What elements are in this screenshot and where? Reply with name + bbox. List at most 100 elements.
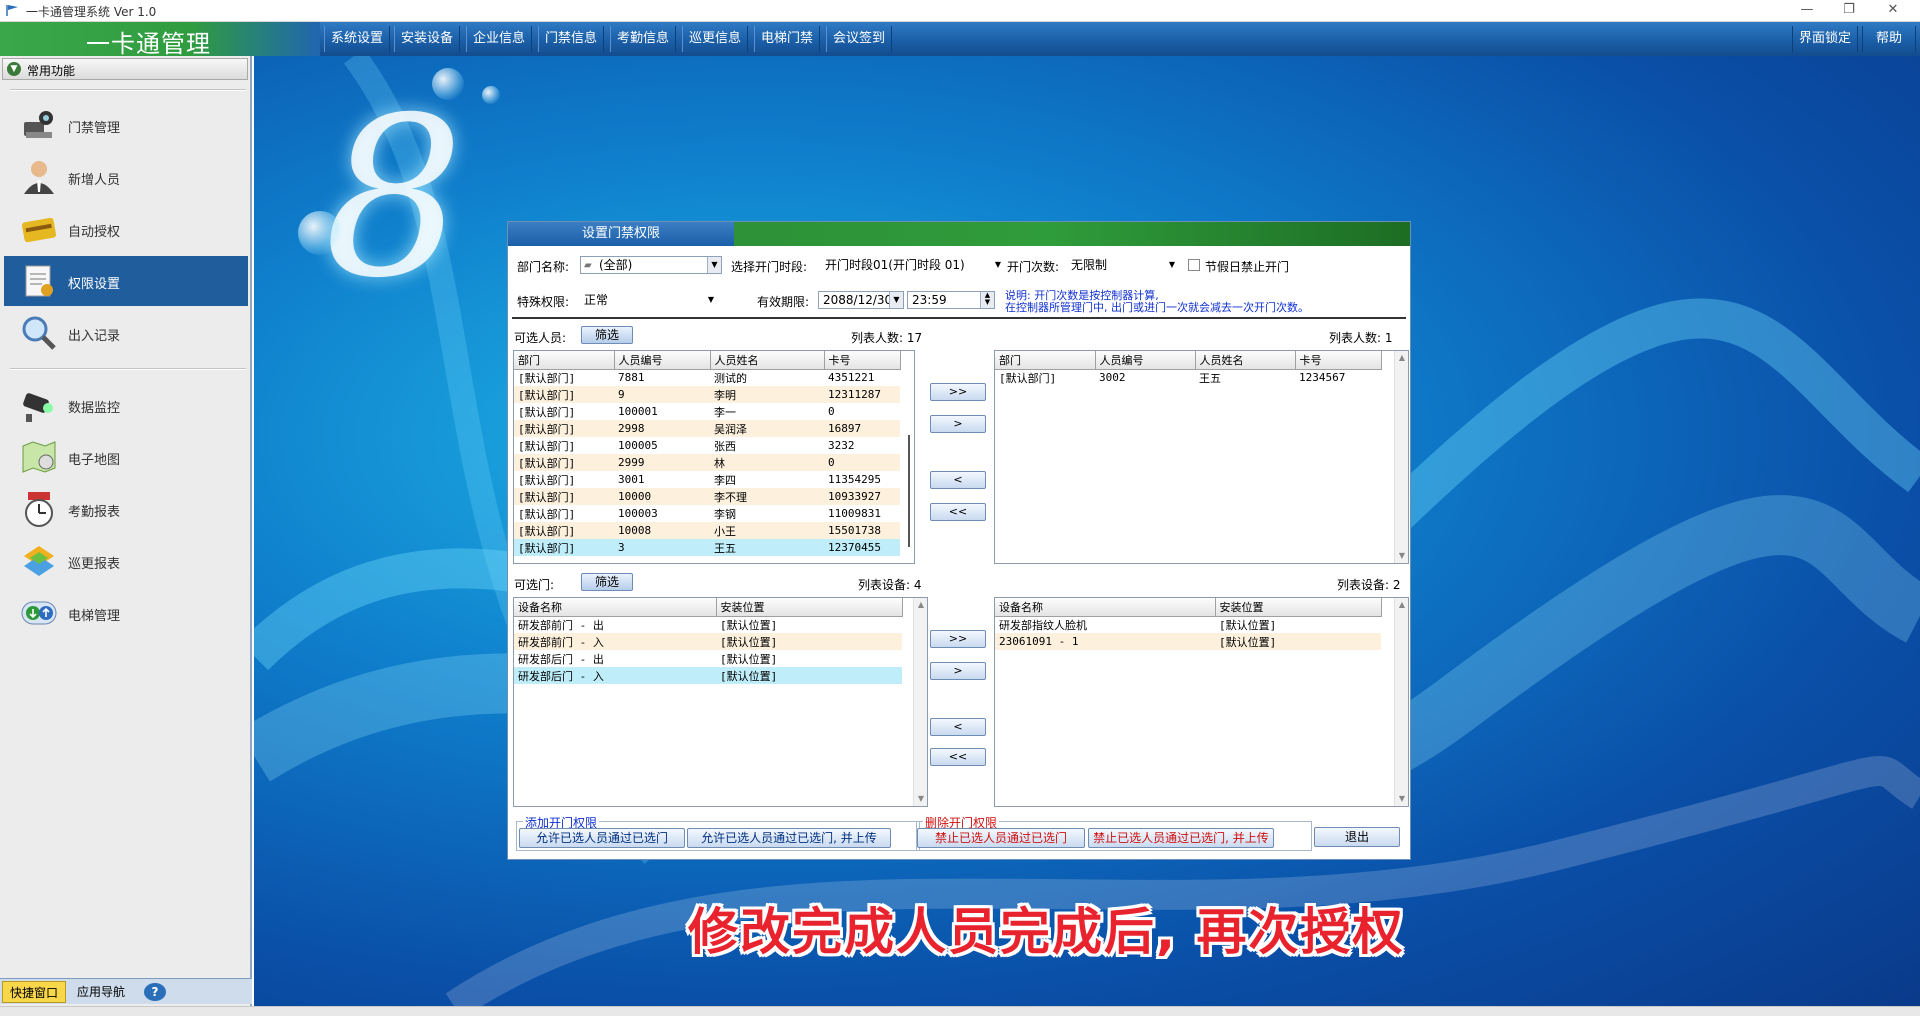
table-row[interactable]: [默认部门] 100001 李一 0 — [514, 403, 900, 420]
table-row[interactable]: [默认部门] 3001 李四 11354295 — [514, 471, 900, 488]
window-titlebar: 一卡通管理系统 Ver 1.0 — ❐ ✕ — [0, 0, 1920, 22]
table-cell: 李不理 — [710, 488, 824, 505]
table-row[interactable]: 研发部前门 - 入 [默认位置] — [514, 633, 902, 650]
restore-button[interactable]: ❐ — [1826, 0, 1872, 22]
help-icon[interactable]: ? — [144, 983, 166, 1001]
table-cell: 10933927 — [824, 488, 900, 505]
period-select[interactable]: 开门时段01(开门时段 01) ▼ — [821, 256, 1003, 274]
doors-available-grid[interactable]: 设备名称 安装位置 研发部前门 - 出 [默认位置] 研发部前门 - 入 [默认位置]… — [513, 597, 928, 807]
people-selected-grid[interactable]: 部门 人员编号 人员姓名 卡号 [默认部门] 3002 王五 1234567 ▲ ▼ — [994, 350, 1409, 564]
col-device-name[interactable]: 设备名称 — [514, 598, 717, 617]
sidebar-item-attendance-report[interactable]: 考勤报表 — [4, 484, 248, 534]
spinner-icon[interactable]: ▲ ▼ — [980, 292, 994, 308]
doors-filter-button[interactable]: 筛选 — [581, 573, 633, 591]
table-cell: 100003 — [618, 507, 658, 520]
table-row[interactable]: 研发部前门 - 出 [默认位置] — [514, 616, 902, 633]
forbid-selected-button[interactable]: 禁止已选人员通过已选门 — [917, 828, 1085, 848]
sidebar-item-add-person[interactable]: 新增人员 — [4, 152, 248, 202]
doors-left-scrollbar[interactable]: ▲ ▼ — [913, 598, 927, 806]
sidebar-item-access-records[interactable]: 出入记录 — [4, 308, 248, 358]
remove-all-doors-button[interactable]: << — [930, 748, 986, 766]
menu-install-device[interactable]: 安装设备 — [394, 26, 460, 52]
menu-patrol-info[interactable]: 巡更信息 — [682, 26, 748, 52]
sidebar-item-data-monitor[interactable]: 数据监控 — [4, 380, 248, 430]
people-filter-button[interactable]: 筛选 — [581, 326, 633, 344]
table-row[interactable]: [默认部门] 3 王五 12370455 — [514, 539, 900, 556]
clock-icon — [25, 492, 53, 527]
col-person-name[interactable]: 人员姓名 — [1195, 351, 1296, 370]
sidebar-item-label: 门禁管理 — [68, 121, 121, 136]
sidebar-item-patrol-report[interactable]: 巡更报表 — [4, 536, 248, 586]
col-person-id[interactable]: 人员编号 — [1095, 351, 1196, 370]
table-row[interactable]: 23061091 - 1 [默认位置] — [995, 633, 1381, 650]
count-select[interactable]: 无限制 ▼ — [1067, 256, 1177, 274]
add-person-button[interactable]: > — [930, 415, 986, 433]
table-row[interactable]: [默认部门] 100005 张西 3232 — [514, 437, 900, 454]
col-card-no[interactable]: 卡号 — [1295, 351, 1382, 370]
special-select[interactable]: 正常 ▼ — [580, 291, 716, 309]
table-row[interactable]: [默认部门] 10008 小王 15501738 — [514, 522, 900, 539]
valid-date-picker[interactable]: 2088/12/30 ▼ — [818, 291, 904, 309]
close-button[interactable]: ✕ — [1870, 0, 1916, 22]
col-card-no[interactable]: 卡号 — [824, 351, 901, 370]
doors-table: 设备名称 安装位置 研发部指纹人脸机 [默认位置] 23061091 - 1 [默认位… — [995, 598, 1382, 650]
sidebar-item-e-map[interactable]: 电子地图 — [4, 432, 248, 482]
table-row[interactable]: [默认部门] 9 李明 12311287 — [514, 386, 900, 403]
table-cell: [默认部门] — [999, 371, 1057, 385]
sidebar-item-door-access[interactable]: 门禁管理 — [4, 100, 248, 150]
doors-right-scrollbar[interactable]: ▲ ▼ — [1394, 598, 1408, 806]
menu-meeting-signin[interactable]: 会议签到 — [826, 26, 892, 52]
menu-help[interactable]: 帮助 — [1862, 26, 1916, 52]
col-person-id[interactable]: 人员编号 — [614, 351, 711, 370]
col-dept[interactable]: 部门 — [995, 351, 1096, 370]
dept-select[interactable]: ▰ (全部) ▼ — [580, 256, 722, 274]
table-row[interactable]: 研发部指纹人脸机 [默认位置] — [995, 616, 1381, 633]
table-row[interactable]: [默认部门] 7881 测试的 4351221 — [514, 369, 900, 386]
table-row[interactable]: [默认部门] 2998 吴润泽 16897 — [514, 420, 900, 437]
col-device-name[interactable]: 设备名称 — [995, 598, 1216, 617]
forbid-selected-upload-button[interactable]: 禁止已选人员通过已选门, 并上传 — [1088, 828, 1274, 848]
col-location[interactable]: 安装位置 — [1215, 598, 1382, 617]
add-all-doors-button[interactable]: >> — [930, 630, 986, 648]
table-row[interactable]: 研发部后门 - 出 [默认位置] — [514, 650, 902, 667]
minimize-button[interactable]: — — [1784, 0, 1830, 22]
allow-selected-upload-button[interactable]: 允许已选人员通过已选门, 并上传 — [687, 828, 891, 848]
collapse-icon[interactable]: ▼ — [7, 62, 21, 76]
table-row[interactable]: [默认部门] 3002 王五 1234567 — [995, 369, 1381, 386]
valid-time-spinner[interactable]: 23:59 ▲ ▼ — [907, 291, 995, 309]
table-row[interactable]: [默认部门] 2999 林 0 — [514, 454, 900, 471]
col-person-name[interactable]: 人员姓名 — [710, 351, 825, 370]
doors-selected-grid[interactable]: 设备名称 安装位置 研发部指纹人脸机 [默认位置] 23061091 - 1 [默认位… — [994, 597, 1409, 807]
sidebar-item-label: 出入记录 — [68, 329, 121, 344]
sidebar-item-elevator-management[interactable]: 电梯管理 — [4, 588, 248, 638]
menu-elevator-access[interactable]: 电梯门禁 — [754, 26, 820, 52]
people-available-grid[interactable]: 部门 人员编号 人员姓名 卡号 [默认部门] 7881 测试的 4351221 [默认部… — [513, 350, 915, 564]
menu-access-info[interactable]: 门禁信息 — [538, 26, 604, 52]
add-door-button[interactable]: > — [930, 662, 986, 680]
tab-shortcut-window[interactable]: 快捷窗口 — [2, 981, 66, 1003]
table-cell: 李钢 — [714, 507, 736, 521]
sidebar-item-permission-settings[interactable]: 权限设置 — [4, 256, 248, 306]
people-right-scrollbar[interactable]: ▲ ▼ — [1394, 351, 1408, 563]
add-all-people-button[interactable]: >> — [930, 383, 986, 401]
holiday-checkbox[interactable] — [1188, 259, 1200, 271]
remove-person-button[interactable]: < — [930, 471, 986, 489]
remove-all-people-button[interactable]: << — [930, 503, 986, 521]
sidebar-header[interactable]: ▼ 常用功能 — [2, 58, 248, 80]
col-location[interactable]: 安装位置 — [716, 598, 903, 617]
menu-lock-ui[interactable]: 界面锁定 — [1792, 26, 1858, 52]
menu-system-settings[interactable]: 系统设置 — [324, 26, 390, 52]
table-row[interactable]: 研发部后门 - 入 [默认位置] — [514, 667, 902, 684]
table-cell: 李一 — [714, 405, 736, 419]
menu-attendance-info[interactable]: 考勤信息 — [610, 26, 676, 52]
remove-door-button[interactable]: < — [930, 718, 986, 736]
people-left-scrollbar[interactable] — [904, 351, 914, 563]
col-dept[interactable]: 部门 — [514, 351, 615, 370]
allow-selected-button[interactable]: 允许已选人员通过已选门 — [519, 828, 685, 848]
menu-company-info[interactable]: 企业信息 — [466, 26, 532, 52]
exit-button[interactable]: 退出 — [1314, 827, 1400, 847]
table-row[interactable]: [默认部门] 100003 李钢 11009831 — [514, 505, 900, 522]
tab-app-nav[interactable]: 应用导航 — [70, 981, 132, 1003]
table-row[interactable]: [默认部门] 10000 李不理 10933927 — [514, 488, 900, 505]
sidebar-item-auto-authorize[interactable]: 自动授权 — [4, 204, 248, 254]
